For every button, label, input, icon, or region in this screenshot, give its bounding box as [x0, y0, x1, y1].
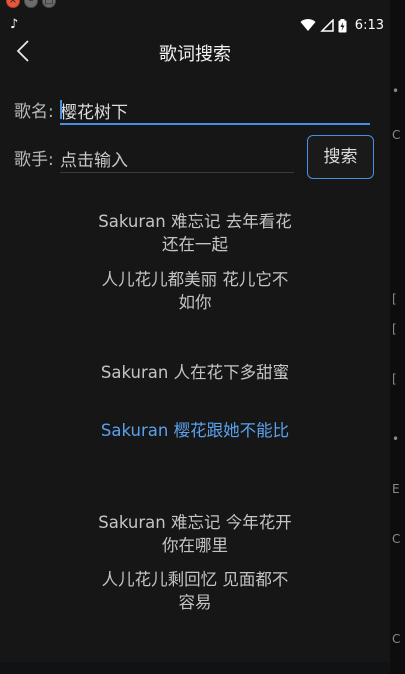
song-name-input[interactable]: 樱花树下: [60, 97, 370, 125]
song-name-label: 歌名:: [14, 102, 54, 122]
page-title: 歌词搜索: [159, 44, 231, 65]
lyric-line: 人儿花儿都美丽 花儿它不如你: [101, 270, 289, 312]
song-name-value: 樱花树下: [60, 103, 128, 123]
header: 歌词搜索: [0, 38, 390, 68]
lyric-line: Sakuran 难忘记 去年看花还在一起: [98, 212, 292, 254]
song-name-row: 歌名: 樱花树下: [14, 97, 374, 127]
lyric-line: Sakuran 难忘记 今年花开 你在哪里: [98, 513, 292, 555]
signal-icon: [319, 19, 334, 32]
window-minimize-button[interactable]: –: [24, 0, 38, 8]
status-time: 6:13: [354, 18, 384, 33]
lyric-line: Sakuran 人在花下多甜蜜: [100, 363, 290, 382]
wifi-icon: [300, 19, 316, 31]
lyric-line: 人儿花儿剩回忆 见面都不容易: [101, 570, 289, 612]
search-button[interactable]: 搜索: [307, 135, 374, 179]
window-close-button[interactable]: ×: [6, 0, 20, 8]
lyric-line-active: Sakuran 樱花跟她不能比: [100, 421, 290, 440]
singer-placeholder: 点击输入: [60, 151, 128, 171]
singer-input[interactable]: 点击输入: [60, 145, 294, 173]
music-note-icon: ♪: [10, 17, 19, 32]
status-bar: ♪ 6:13: [0, 16, 390, 38]
singer-row: 歌手: 点击输入: [14, 145, 304, 175]
battery-charging-icon: [338, 18, 347, 32]
app-window: × – □ ♪ 6:13 歌词搜索 歌名: 樱花树下 歌手: 点击输入 搜索 S…: [0, 0, 390, 662]
window-maximize-button[interactable]: □: [42, 0, 56, 8]
desktop-edge: [0, 662, 390, 674]
text-caret: [60, 100, 62, 119]
window-controls: × – □: [6, 0, 56, 8]
background-window-edge: • C [ [ [ • E C C: [390, 0, 405, 674]
singer-label: 歌手:: [14, 150, 54, 170]
